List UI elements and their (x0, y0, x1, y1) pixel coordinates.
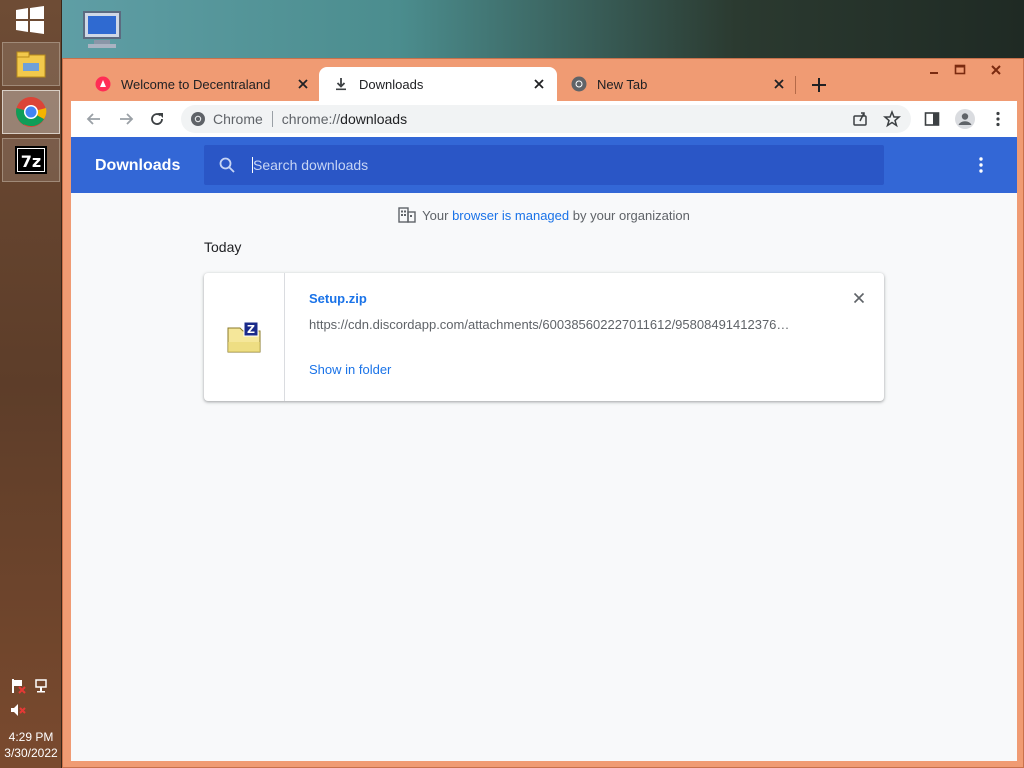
back-arrow-icon[interactable] (85, 110, 103, 128)
close-tab-icon[interactable] (771, 76, 787, 92)
desktop-background (62, 0, 1024, 58)
taskbar-clock[interactable]: 4:29 PM 3/30/2022 (0, 729, 62, 761)
tab-title: Welcome to Decentraland (121, 76, 271, 92)
show-in-folder-link[interactable]: Show in folder (309, 362, 391, 377)
url-host: downloads (340, 111, 408, 127)
downloads-header: Downloads (71, 137, 1017, 193)
clock-time: 4:29 PM (8, 730, 54, 744)
clock-date: 3/30/2022 (4, 746, 58, 760)
close-tab-icon[interactable] (531, 76, 547, 92)
date-section-label: Today (204, 239, 242, 255)
search-downloads-box[interactable] (204, 145, 884, 185)
system-tray: 4:29 PM 3/30/2022 (0, 678, 62, 761)
close-window-button[interactable] (981, 61, 1011, 79)
forward-arrow-icon[interactable] (117, 110, 135, 128)
more-actions-icon[interactable] (971, 155, 991, 175)
download-icon (336, 78, 346, 91)
new-tab-plus-icon[interactable] (809, 75, 829, 95)
chrome-taskbar-button[interactable] (2, 90, 60, 134)
chrome-icon (16, 97, 47, 127)
download-source-url[interactable]: https://cdn.discordapp.com/attachments/6… (309, 317, 809, 332)
omnibox-divider (271, 111, 273, 127)
building-icon (398, 207, 416, 223)
tab-title: New Tab (597, 76, 648, 92)
file-explorer-taskbar-button[interactable] (2, 42, 60, 86)
managed-suffix: by your organization (572, 208, 690, 223)
zip-file-icon: Z (227, 321, 261, 353)
browser-toolbar: Chrome chrome://downloads (71, 101, 1017, 137)
downloads-page: Downloads Your (71, 137, 1017, 761)
tab-strip: Welcome to Decentraland Downloads New Ta… (63, 59, 1023, 101)
network-icon[interactable] (34, 678, 50, 694)
chrome-window: Welcome to Decentraland Downloads New Ta… (62, 58, 1024, 768)
7zip-icon: 7z (15, 146, 47, 174)
managed-notice: Your browser is managed by your organiza… (71, 207, 1017, 223)
download-file-name[interactable]: Setup.zip (309, 291, 367, 306)
close-icon (991, 65, 1001, 75)
page-title: Downloads (95, 157, 181, 174)
windows-start-icon[interactable] (14, 6, 46, 34)
managed-link[interactable]: browser is managed (452, 208, 569, 223)
taskbar: 7z 4:29 PM 3/30/2022 (0, 0, 62, 768)
file-explorer-icon (16, 51, 46, 78)
tab-separator (795, 76, 796, 94)
maximize-icon (954, 64, 966, 75)
minimize-icon (930, 72, 938, 74)
svg-text:Z: Z (247, 323, 255, 336)
computer-desktop-icon[interactable] (78, 6, 126, 54)
share-icon[interactable] (851, 110, 869, 128)
decentraland-icon (95, 76, 111, 92)
profile-avatar-icon[interactable] (954, 108, 976, 130)
tab-decentraland[interactable]: Welcome to Decentraland (81, 67, 321, 101)
chrome-site-icon[interactable] (189, 110, 207, 128)
download-item-card: Z Setup.zip https://cdn.discordapp.com/a… (204, 273, 884, 401)
maximize-button[interactable] (945, 61, 975, 79)
volume-muted-icon[interactable] (10, 702, 26, 718)
address-bar[interactable]: Chrome chrome://downloads (181, 105, 911, 133)
search-icon[interactable] (218, 156, 236, 174)
chrome-icon (571, 76, 587, 92)
side-panel-icon[interactable] (923, 110, 941, 128)
file-icon-column: Z (204, 273, 285, 401)
tab-downloads[interactable]: Downloads (319, 67, 557, 101)
search-input[interactable] (253, 157, 853, 173)
svg-text:7z: 7z (21, 152, 41, 171)
action-center-flag-icon[interactable] (10, 678, 26, 694)
7zip-taskbar-button[interactable]: 7z (2, 138, 60, 182)
url-scheme: chrome:// (281, 111, 341, 127)
tab-title: Downloads (359, 76, 424, 92)
reload-icon[interactable] (148, 110, 166, 128)
site-label: Chrome (213, 111, 263, 127)
bookmark-star-icon[interactable] (883, 110, 901, 128)
managed-prefix: Your (422, 208, 449, 223)
remove-download-icon[interactable] (852, 291, 866, 305)
tab-new-tab[interactable]: New Tab (557, 67, 797, 101)
close-tab-icon[interactable] (295, 76, 311, 92)
chrome-menu-icon[interactable] (989, 110, 1007, 128)
